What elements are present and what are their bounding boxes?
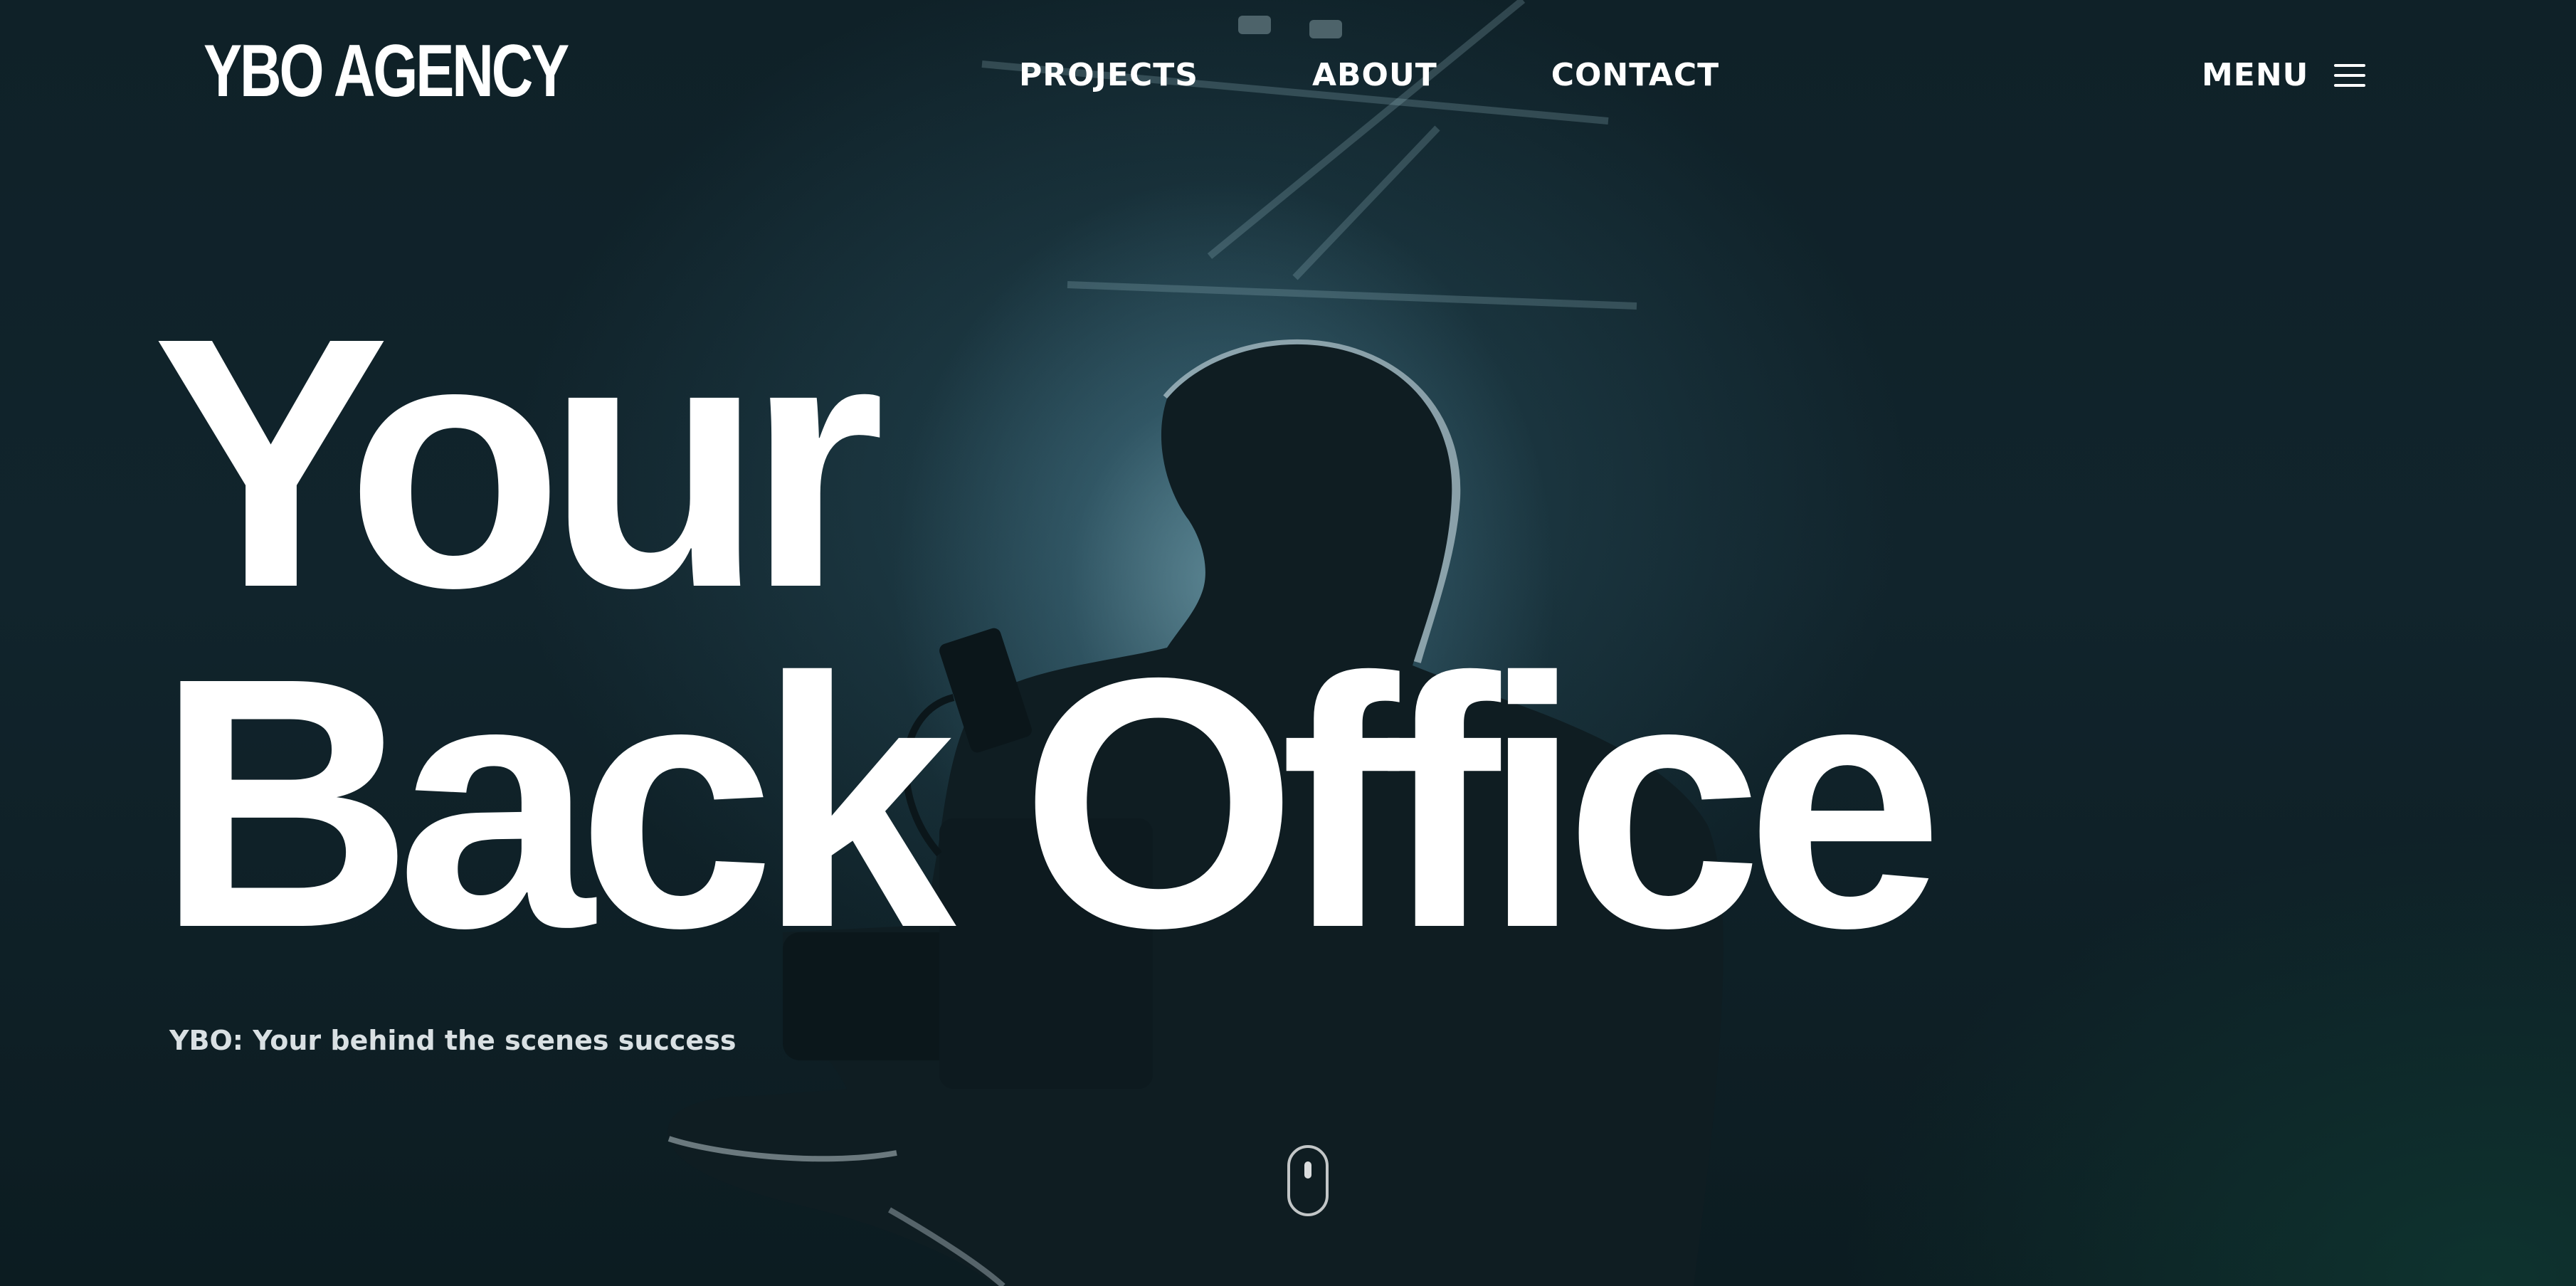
nav-link-about[interactable]: ABOUT [1312, 56, 1437, 95]
nav-link-contact[interactable]: CONTACT [1551, 56, 1719, 95]
menu-button[interactable]: MENU [2202, 56, 2367, 95]
site-header: YBO AGENCY PROJECTS ABOUT CONTACT MENU [0, 0, 2576, 153]
hero-tagline: YBO: Your behind the scenes success [169, 1025, 737, 1056]
hero-title-line-1: Your [152, 263, 885, 661]
mouse-scroll-icon[interactable] [1285, 1143, 1331, 1218]
page: YBO AGENCY PROJECTS ABOUT CONTACT MENU Y… [0, 0, 2576, 1286]
hamburger-icon [2334, 64, 2366, 87]
hero-title-line-2: Back Office [157, 604, 1943, 1001]
brand-logo[interactable]: YBO AGENCY [204, 34, 569, 108]
main-nav: PROJECTS ABOUT CONTACT [1019, 56, 1719, 95]
nav-link-projects[interactable]: PROJECTS [1019, 56, 1198, 95]
menu-label: MENU [2202, 57, 2309, 93]
